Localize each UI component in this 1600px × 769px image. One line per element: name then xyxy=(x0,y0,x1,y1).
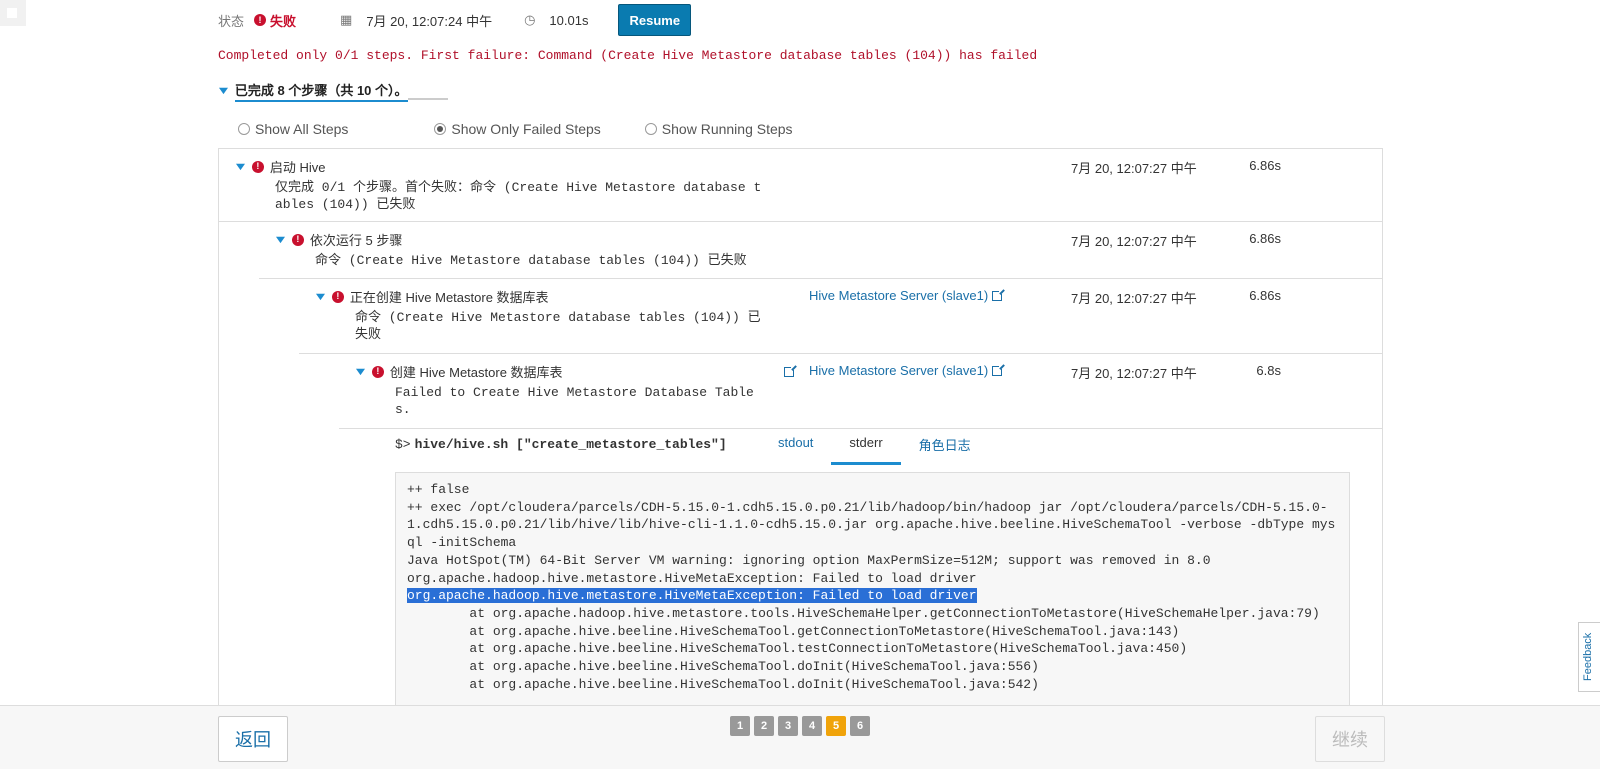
step-time: 7月 20, 12:07:27 中午 xyxy=(1071,161,1197,176)
log-output[interactable]: ++ false ++ exec /opt/cloudera/parcels/C… xyxy=(395,472,1350,712)
calendar-icon: ▦ xyxy=(340,12,353,27)
status-label: 状态 xyxy=(218,13,245,29)
total-duration: 10.01s xyxy=(549,12,589,28)
step-row: ▼ ! 创建 Hive Metastore 数据库表 Failed to Cre… xyxy=(339,354,1382,429)
command-line: $> hive/hive.sh ["create_metastore_table… xyxy=(395,425,727,463)
status-badge: ! 失败 xyxy=(254,11,296,30)
external-link-icon[interactable] xyxy=(992,288,1005,301)
log-text: ++ false ++ exec /opt/cloudera/parcels/C… xyxy=(407,482,1336,586)
clock-icon: ◷ xyxy=(524,12,536,27)
step-time: 7月 20, 12:07:27 中午 xyxy=(1071,234,1197,249)
tab-stdout[interactable]: stdout xyxy=(760,425,831,465)
start-date: 7月 20, 12:07:24 中午 xyxy=(366,13,493,29)
error-icon: ! xyxy=(291,233,304,246)
step-duration: 6.86s xyxy=(1249,231,1281,246)
steps-summary-toggle[interactable]: ▼ 已完成 8 个步骤（共 10 个）。 xyxy=(216,80,448,102)
step-row: ▼ ! 启动 Hive 仅完成 0/1 个步骤。首个失败：命令 (Create … xyxy=(219,149,1382,222)
step-title: 启动 Hive xyxy=(269,160,326,175)
log-text: at org.apache.hadoop.hive.metastore.tool… xyxy=(469,605,1320,692)
chevron-down-icon[interactable]: ▼ xyxy=(216,85,231,97)
external-link-icon[interactable] xyxy=(784,365,796,377)
steps-summary[interactable]: 已完成 8 个步骤（共 10 个）。 xyxy=(234,80,408,102)
step-duration: 6.86s xyxy=(1249,158,1281,173)
command-text: hive/hive.sh ["create_metastore_tables"] xyxy=(414,436,727,452)
radio-selected-icon[interactable] xyxy=(434,123,447,135)
radio-icon[interactable] xyxy=(644,123,657,135)
step-time: 7月 20, 12:07:27 中午 xyxy=(1071,366,1197,381)
filter-all-steps[interactable]: Show All Steps xyxy=(238,121,348,137)
chevron-down-icon[interactable]: ▼ xyxy=(353,366,368,378)
error-message: Completed only 0/1 steps. First failure:… xyxy=(218,48,1038,63)
page-4[interactable]: 4 xyxy=(802,716,822,736)
page-2[interactable]: 2 xyxy=(754,716,774,736)
back-button[interactable]: 返回 xyxy=(218,716,288,762)
status-bar: 状态 ! 失败 ▦ 7月 20, 12:07:24 中午 ◷ 10.01s Re… xyxy=(218,4,692,36)
feedback-tab[interactable]: Feedback xyxy=(1578,622,1600,692)
step-duration: 6.86s xyxy=(1249,288,1281,303)
step-title: 依次运行 5 步骤 xyxy=(309,233,403,248)
chevron-down-icon[interactable]: ▼ xyxy=(233,161,248,173)
continue-button[interactable]: 继续 xyxy=(1315,716,1385,762)
resume-button[interactable]: Resume xyxy=(618,4,692,36)
step-message: Failed to Create Hive Metastore Database… xyxy=(395,385,754,417)
log-tabs: stdout stderr 角色日志 xyxy=(760,425,989,465)
command-prompt: $> xyxy=(395,436,411,452)
footer-bar: 返回 1 2 3 4 5 6 继续 xyxy=(0,705,1600,769)
error-icon: ! xyxy=(331,290,344,303)
tab-role-log[interactable]: 角色日志 xyxy=(901,425,989,465)
step-time: 7月 20, 12:07:27 中午 xyxy=(1071,291,1197,306)
step-message: 命令 (Create Hive Metastore database table… xyxy=(355,310,761,342)
external-link-icon[interactable] xyxy=(992,363,1005,376)
log-highlighted-line: org.apache.hadoop.hive.metastore.HiveMet… xyxy=(407,588,977,604)
page-5[interactable]: 5 xyxy=(826,716,846,736)
chevron-down-icon[interactable]: ▼ xyxy=(273,234,288,246)
role-link[interactable]: Hive Metastore Server (slave1) xyxy=(809,288,1005,303)
filter-failed-steps[interactable]: Show Only Failed Steps xyxy=(434,121,601,137)
error-icon: ! xyxy=(254,14,267,26)
page-1[interactable]: 1 xyxy=(730,716,750,736)
chevron-down-icon[interactable]: ▼ xyxy=(313,291,328,303)
error-icon: ! xyxy=(371,365,384,378)
wizard-pager: 1 2 3 4 5 6 xyxy=(730,716,870,736)
step-row: ▼ ! 依次运行 5 步骤 命令 (Create Hive Metastore … xyxy=(259,222,1382,279)
filter-running-steps[interactable]: Show Running Steps xyxy=(644,121,793,137)
page-6[interactable]: 6 xyxy=(850,716,870,736)
step-duration: 6.8s xyxy=(1256,363,1281,378)
role-link[interactable]: Hive Metastore Server (slave1) xyxy=(809,363,1005,378)
step-filters: Show All Steps Show Only Failed Steps Sh… xyxy=(238,121,793,137)
status-value: 失败 xyxy=(270,13,297,29)
tab-stderr[interactable]: stderr xyxy=(831,425,901,465)
page-3[interactable]: 3 xyxy=(778,716,798,736)
error-icon: ! xyxy=(251,160,264,173)
step-title: 创建 Hive Metastore 数据库表 xyxy=(389,365,563,380)
step-title: 正在创建 Hive Metastore 数据库表 xyxy=(349,290,549,305)
step-message: 仅完成 0/1 个步骤。首个失败：命令 (Create Hive Metasto… xyxy=(275,180,762,212)
radio-icon[interactable] xyxy=(238,123,250,135)
step-message: 命令 (Create Hive Metastore database table… xyxy=(315,253,747,268)
corner-square xyxy=(0,0,26,26)
step-row: ▼ ! 正在创建 Hive Metastore 数据库表 命令 (Create … xyxy=(299,279,1382,354)
